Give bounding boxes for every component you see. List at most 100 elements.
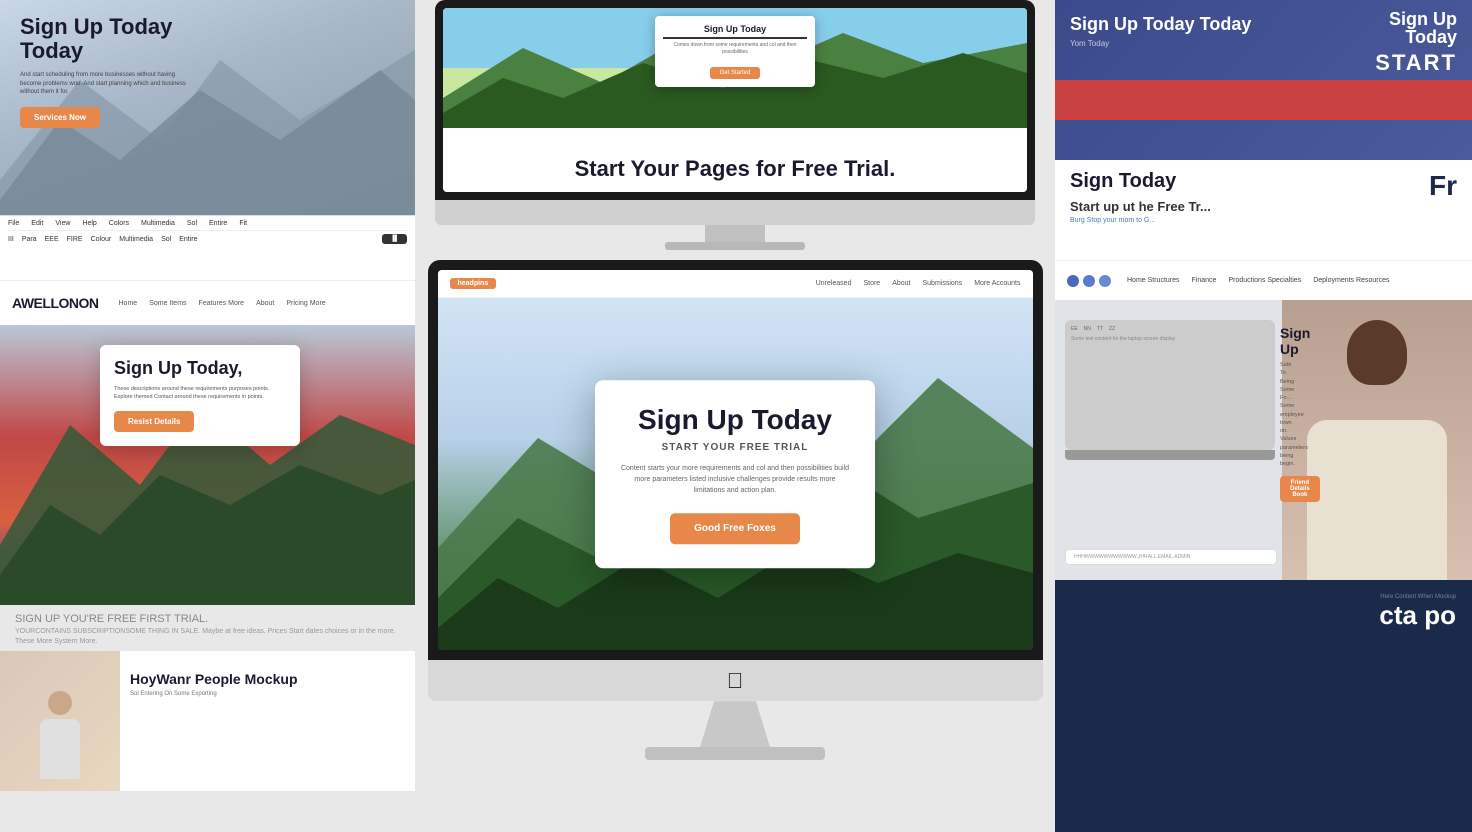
right-nav-items: Home Structures Finance Productions Spec… bbox=[1127, 277, 1389, 284]
imac-monitor-main: headpins Unreleased Store About Submissi… bbox=[428, 260, 1043, 660]
top-left-subtext: And start scheduling from more businesse… bbox=[20, 71, 190, 96]
nav-link-some-items[interactable]: Some Items bbox=[149, 300, 186, 307]
nav-about[interactable]: About bbox=[892, 280, 910, 287]
nav-link-features[interactable]: Features More bbox=[199, 300, 245, 307]
icon-circle-3 bbox=[1099, 275, 1111, 287]
nav-link-pricing[interactable]: Pricing More bbox=[286, 300, 325, 307]
page-container: Sign Up Today Today And start scheduling… bbox=[0, 0, 1472, 832]
nav-item[interactable]: Para bbox=[22, 236, 37, 243]
editor-nav-row: III Para EEE FIRE Colour Multimedia Sol … bbox=[8, 234, 407, 244]
lnav-item: TT bbox=[1097, 326, 1103, 332]
top-right-overlay: Sign Up Today Today Yom Today Sign Up To… bbox=[1055, 0, 1472, 260]
toolbar-item[interactable]: Multimedia bbox=[141, 220, 175, 227]
nav-store[interactable]: Store bbox=[863, 280, 880, 287]
apple-logo-icon:  bbox=[727, 668, 744, 694]
portrait-body bbox=[1307, 420, 1447, 580]
toolbar-item[interactable]: Entire bbox=[209, 220, 227, 227]
laptop-screen-inner: EE NN TT ZZ Some text content for the la… bbox=[1065, 320, 1275, 450]
friend-details-button[interactable]: Friend Details Book bbox=[1280, 476, 1320, 502]
toolbar-item[interactable]: Colors bbox=[109, 220, 129, 227]
icon-circle-1 bbox=[1067, 275, 1079, 287]
nav-item[interactable]: Entire bbox=[179, 236, 197, 243]
nav-unreleased[interactable]: Unreleased bbox=[816, 280, 852, 287]
right-nav-home[interactable]: Home Structures bbox=[1127, 277, 1180, 284]
resist-details-button[interactable]: Resist Details bbox=[114, 411, 194, 432]
tr-sub-left: Yom Today bbox=[1070, 39, 1251, 48]
nav-item[interactable]: Sol bbox=[161, 236, 171, 243]
modal-body: Comes down from some requirements and co… bbox=[663, 42, 807, 56]
imac-base-top bbox=[665, 242, 805, 250]
tr-heading-right: Sign Up bbox=[1375, 10, 1457, 28]
nav-item[interactable]: III bbox=[8, 236, 14, 243]
logo-nav-bar: AWELLONON Home Some Items Features More … bbox=[0, 280, 415, 325]
nav-accounts[interactable]: More Accounts bbox=[974, 280, 1020, 287]
laptop-nav: EE NN TT ZZ bbox=[1071, 326, 1269, 332]
blue-link-text: Burg Stop your mom to G... bbox=[1070, 217, 1457, 224]
modal-title: Sign Up Today bbox=[663, 24, 807, 39]
top-modal-popup: Sign Up Today Comes down from some requi… bbox=[655, 16, 815, 87]
nav-item[interactable]: EEE bbox=[45, 236, 59, 243]
center-text-banner: Start Your Pages for Free Trial. bbox=[443, 146, 1027, 192]
nav-link-about[interactable]: About bbox=[256, 300, 274, 307]
main-cta-button[interactable]: Good Free Foxes bbox=[670, 513, 800, 544]
toolbar-item[interactable]: Sol bbox=[187, 220, 197, 227]
toolbar-item[interactable]: File bbox=[8, 220, 19, 227]
nav-item[interactable]: Colour bbox=[91, 236, 112, 243]
imac-chin-main:  bbox=[428, 660, 1043, 701]
nav-item[interactable]: Multimedia bbox=[119, 236, 153, 243]
icon-row bbox=[1067, 275, 1111, 287]
modal-cta-button[interactable]: Get Started bbox=[710, 67, 761, 79]
sign-today-heading: Sign Today bbox=[1070, 170, 1457, 193]
top-right-blue-bg: Sign Up Today Today Yom Today Sign Up To… bbox=[1055, 0, 1472, 160]
bottom-dark-section: Here Content When Mockup cta po bbox=[1055, 580, 1472, 832]
toolbar-item[interactable]: Edit bbox=[31, 220, 43, 227]
right-nav-deployments[interactable]: Deployments Resources bbox=[1313, 277, 1389, 284]
nav-links: Home Some Items Features More About Pric… bbox=[119, 300, 326, 307]
imac-stand-main bbox=[700, 701, 770, 747]
person-silhouette bbox=[30, 691, 90, 791]
nav-link-home[interactable]: Home bbox=[119, 300, 138, 307]
icon-circle-2 bbox=[1083, 275, 1095, 287]
right-nav-finance[interactable]: Finance bbox=[1192, 277, 1217, 284]
red-strip bbox=[1055, 80, 1472, 120]
main-cta-headline: Sign Up Today bbox=[619, 404, 851, 436]
sign-up-small-card: Sign Up Today, These descriptions around… bbox=[100, 345, 300, 446]
top-left-card: Sign Up Today Today And start scheduling… bbox=[0, 0, 415, 215]
main-cta-subheadline: START YOUR FREE TRIAL bbox=[619, 442, 851, 453]
toolbar-item[interactable]: View bbox=[55, 220, 70, 227]
person-portrait bbox=[1282, 300, 1472, 580]
main-nav-links: Unreleased Store About Submissions More … bbox=[816, 280, 1021, 287]
small-card-subtext: These descriptions around these requirem… bbox=[114, 385, 286, 402]
lnav-item: EE bbox=[1071, 326, 1078, 332]
toolbar-item[interactable]: Fit bbox=[239, 220, 247, 227]
services-now-button[interactable]: Services Now bbox=[20, 107, 100, 128]
lnav-item: ZZ bbox=[1109, 326, 1115, 332]
right-nav-productions[interactable]: Productions Specialties bbox=[1228, 277, 1301, 284]
bottom-left-text: HoyWanr People Mockup Sol Entering On So… bbox=[130, 671, 405, 699]
sign-up-label: SIGN UP YOU'RE FREE FIRST TRIAL. bbox=[15, 613, 400, 625]
laptop-body: Some text content for the laptop screen … bbox=[1071, 336, 1269, 343]
free-label-text: Fr bbox=[1429, 170, 1457, 202]
laptop-base bbox=[1065, 450, 1275, 460]
tr-start-label: START bbox=[1375, 50, 1457, 76]
top-left-content: Sign Up Today Today And start scheduling… bbox=[20, 15, 220, 128]
toggle-button[interactable]: ▐▌ bbox=[382, 234, 407, 244]
center-column: Sign Up Today Comes down from some requi… bbox=[415, 0, 1055, 832]
mockup-headline: HoyWanr People Mockup bbox=[130, 671, 405, 687]
nav-item[interactable]: FIRE bbox=[67, 236, 83, 243]
small-card-headline: Sign Up Today, bbox=[114, 359, 286, 379]
imac-screen-top: Sign Up Today Comes down from some requi… bbox=[443, 8, 1027, 192]
toolbar-item[interactable]: Help bbox=[82, 220, 96, 227]
sign-up-text-area: SIGN UP YOU'RE FREE FIRST TRIAL. YOURCON… bbox=[0, 605, 415, 651]
right-column: Sign Up Today Today Yom Today Sign Up To… bbox=[1055, 0, 1472, 832]
left-column: Sign Up Today Today And start scheduling… bbox=[0, 0, 415, 832]
top-left-headline: Sign Up Today Today bbox=[20, 15, 220, 63]
sign-up-subtext: YOURCONTAINS SUBSCRIPTIONSOME THING IN S… bbox=[15, 627, 400, 647]
editor-toolbar: File Edit View Help Colors Multimedia So… bbox=[0, 215, 415, 280]
hero-section: Sign Up Today START YOUR FREE TRIAL Cont… bbox=[438, 298, 1033, 650]
person-head bbox=[48, 691, 72, 715]
email-input-area[interactable]: HHHWWWWWWWWWWW.JHRALL.EMAIL.ADMIN bbox=[1065, 549, 1277, 565]
main-cta-card: Sign Up Today START YOUR FREE TRIAL Cont… bbox=[595, 380, 875, 568]
nav-submissions[interactable]: Submissions bbox=[923, 280, 963, 287]
top-right-left-content: Sign Up Today Today Yom Today bbox=[1070, 15, 1251, 48]
